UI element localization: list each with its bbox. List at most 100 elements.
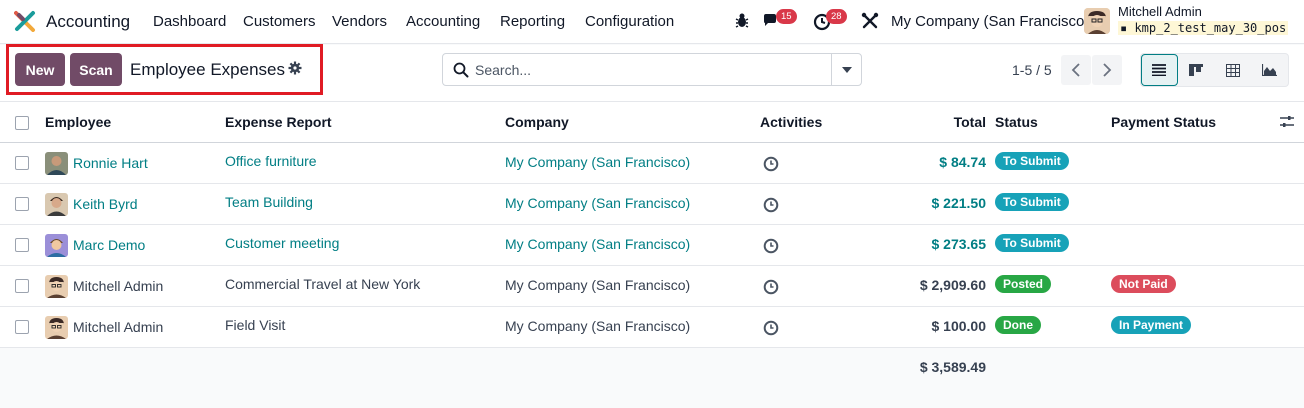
gear-icon[interactable] bbox=[288, 61, 302, 75]
optional-columns-sliders-icon[interactable] bbox=[1280, 115, 1294, 129]
activity-clock-icon[interactable] bbox=[763, 320, 779, 336]
grand-total: $ 3,589.49 bbox=[919, 359, 986, 375]
table-row[interactable]: Keith Byrd Team Building My Company (San… bbox=[0, 184, 1304, 225]
employee-name[interactable]: Mitchell Admin bbox=[73, 278, 163, 294]
menu-vendors[interactable]: Vendors bbox=[332, 13, 387, 30]
status-badge: To Submit bbox=[995, 152, 1069, 170]
employee-name[interactable]: Ronnie Hart bbox=[73, 155, 148, 171]
activity-clock-icon[interactable] bbox=[763, 197, 779, 213]
tools-settings-icon[interactable] bbox=[860, 11, 880, 31]
employee-name[interactable]: Marc Demo bbox=[73, 237, 145, 253]
payment-status-badge: Not Paid bbox=[1111, 275, 1176, 293]
employee-avatar bbox=[45, 193, 68, 216]
table-header: Employee Expense Report Company Activiti… bbox=[0, 102, 1304, 143]
menu-configuration[interactable]: Configuration bbox=[585, 13, 674, 30]
company-name[interactable]: My Company (San Francisco) bbox=[505, 195, 690, 211]
expense-report-name[interactable]: Commercial Travel at New York bbox=[225, 276, 420, 292]
chevron-right-icon bbox=[1103, 63, 1112, 77]
activities-count-badge: 28 bbox=[826, 9, 847, 24]
column-header-payment-status[interactable]: Payment Status bbox=[1111, 114, 1216, 130]
table-footer: $ 3,589.49 bbox=[0, 348, 1304, 388]
status-badge: Done bbox=[995, 316, 1041, 334]
menu-dashboard[interactable]: Dashboard bbox=[153, 13, 226, 30]
messages-count-badge: 15 bbox=[776, 9, 797, 24]
table-grid-icon bbox=[1225, 63, 1240, 77]
accounting-app-icon[interactable] bbox=[14, 10, 36, 32]
caret-down-icon bbox=[841, 66, 852, 73]
table-row[interactable]: Ronnie Hart Office furniture My Company … bbox=[0, 143, 1304, 184]
company-name[interactable]: My Company (San Francisco) bbox=[505, 154, 690, 170]
employee-name[interactable]: Mitchell Admin bbox=[73, 319, 163, 335]
page-title: Employee Expenses bbox=[130, 60, 285, 79]
search-options-toggle[interactable] bbox=[831, 54, 861, 85]
status-badge: Posted bbox=[995, 275, 1052, 293]
company-name[interactable]: My Company (San Francisco) bbox=[505, 318, 690, 334]
view-switcher bbox=[1140, 53, 1289, 87]
kanban-icon bbox=[1189, 64, 1204, 76]
column-header-activities[interactable]: Activities bbox=[760, 114, 822, 130]
pager-next-button[interactable] bbox=[1092, 55, 1122, 85]
list-view-button[interactable] bbox=[1141, 54, 1178, 86]
table-row[interactable]: Mitchell Admin Field Visit My Company (S… bbox=[0, 307, 1304, 348]
search-icon bbox=[453, 62, 469, 78]
employee-avatar bbox=[45, 234, 68, 257]
table-row[interactable]: Marc Demo Customer meeting My Company (S… bbox=[0, 225, 1304, 266]
row-checkbox[interactable] bbox=[15, 156, 29, 170]
search-input[interactable] bbox=[475, 54, 830, 85]
row-checkbox[interactable] bbox=[15, 197, 29, 211]
employee-avatar bbox=[45, 275, 68, 298]
payment-status-badge: In Payment bbox=[1111, 316, 1192, 334]
row-checkbox[interactable] bbox=[15, 238, 29, 252]
new-button[interactable]: New bbox=[15, 53, 65, 86]
activity-clock-icon[interactable] bbox=[763, 279, 779, 295]
column-header-expense-report[interactable]: Expense Report bbox=[225, 114, 332, 130]
expense-report-name[interactable]: Office furniture bbox=[225, 153, 317, 169]
top-navbar: Accounting Dashboard Customers Vendors A… bbox=[0, 0, 1304, 44]
total-amount: $ 221.50 bbox=[931, 195, 987, 211]
total-amount: $ 2,909.60 bbox=[919, 277, 986, 293]
list-icon bbox=[1152, 64, 1167, 76]
status-badge: To Submit bbox=[995, 234, 1069, 252]
employee-avatar bbox=[45, 316, 68, 339]
select-all-checkbox[interactable] bbox=[15, 116, 29, 130]
menu-customers[interactable]: Customers bbox=[243, 13, 316, 30]
expense-report-name[interactable]: Team Building bbox=[225, 194, 313, 210]
row-checkbox[interactable] bbox=[15, 320, 29, 334]
employee-avatar bbox=[45, 152, 68, 175]
chevron-left-icon bbox=[1071, 63, 1080, 77]
menu-accounting[interactable]: Accounting bbox=[406, 13, 480, 30]
total-amount: $ 100.00 bbox=[931, 318, 987, 334]
status-badge: To Submit bbox=[995, 193, 1069, 211]
column-header-status[interactable]: Status bbox=[995, 114, 1038, 130]
graph-view-button[interactable] bbox=[1251, 54, 1288, 86]
app-title[interactable]: Accounting bbox=[46, 12, 130, 32]
column-header-company[interactable]: Company bbox=[505, 114, 569, 130]
user-name[interactable]: Mitchell Admin bbox=[1118, 4, 1202, 19]
database-name: ▪ kmp_2_test_may_30_pos bbox=[1118, 21, 1289, 35]
pager-previous-button[interactable] bbox=[1061, 55, 1091, 85]
scan-button[interactable]: Scan bbox=[70, 53, 122, 86]
column-header-employee[interactable]: Employee bbox=[45, 114, 111, 130]
search-bar bbox=[442, 53, 862, 86]
pivot-view-button[interactable] bbox=[1215, 54, 1252, 86]
debug-bug-icon[interactable] bbox=[732, 11, 752, 31]
kanban-view-button[interactable] bbox=[1178, 54, 1215, 86]
row-checkbox[interactable] bbox=[15, 279, 29, 293]
total-amount: $ 84.74 bbox=[939, 154, 986, 170]
table-row[interactable]: Mitchell Admin Commercial Travel at New … bbox=[0, 266, 1304, 307]
pager-value[interactable]: 1-5 / 5 bbox=[1012, 62, 1052, 78]
expense-report-name[interactable]: Field Visit bbox=[225, 317, 285, 333]
column-header-total[interactable]: Total bbox=[954, 114, 986, 130]
company-name[interactable]: My Company (San Francisco) bbox=[505, 277, 690, 293]
employee-name[interactable]: Keith Byrd bbox=[73, 196, 138, 212]
activity-clock-icon[interactable] bbox=[763, 238, 779, 254]
total-amount: $ 273.65 bbox=[931, 236, 987, 252]
database-name-text: kmp_2_test_may_30_pos bbox=[1134, 21, 1287, 35]
user-avatar[interactable] bbox=[1084, 8, 1110, 34]
expense-report-name[interactable]: Customer meeting bbox=[225, 235, 339, 251]
control-panel: New Scan Employee Expenses 1-5 / 5 bbox=[0, 44, 1304, 102]
activity-clock-icon[interactable] bbox=[763, 156, 779, 172]
menu-reporting[interactable]: Reporting bbox=[500, 13, 565, 30]
company-switcher[interactable]: My Company (San Francisco) bbox=[891, 13, 1089, 30]
company-name[interactable]: My Company (San Francisco) bbox=[505, 236, 690, 252]
